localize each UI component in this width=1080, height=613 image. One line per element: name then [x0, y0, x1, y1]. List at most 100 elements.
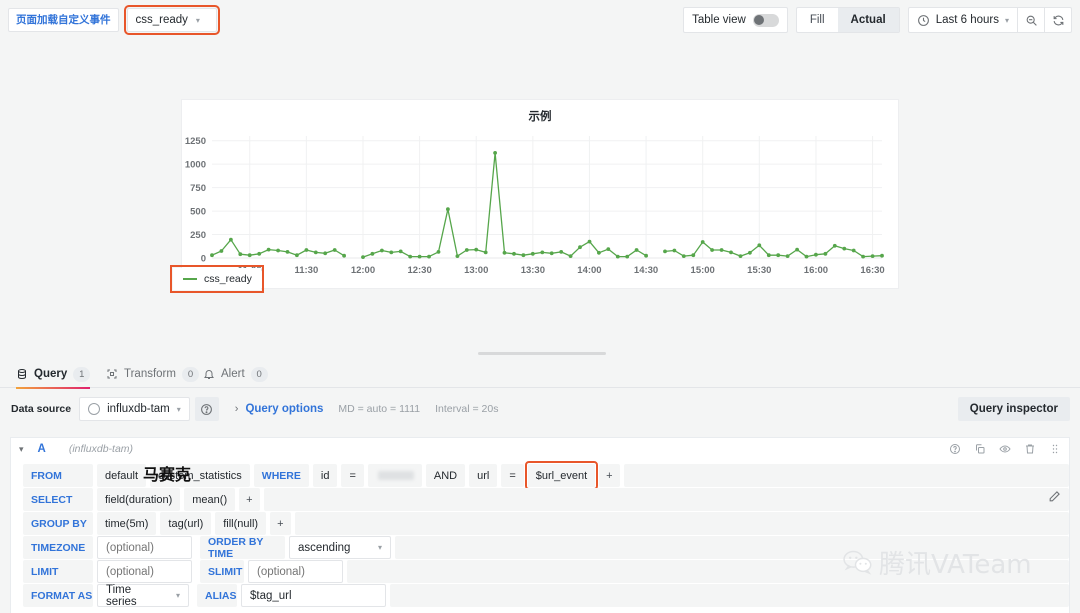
svg-text:13:00: 13:00 [464, 265, 488, 276]
chart-panel: 示例 02505007501000125011:0011:3012:0012:3… [181, 99, 899, 289]
svg-text:12:00: 12:00 [351, 265, 375, 276]
svg-text:16:00: 16:00 [804, 265, 828, 276]
tab-transform-badge: 0 [181, 366, 199, 382]
tab-alert-label: Alert [221, 368, 245, 380]
datasource-help-button[interactable] [194, 397, 219, 421]
query-row-group-by: GROUP BY time(5m) tag(url) fill(null) + [11, 512, 1069, 535]
collapse-chevron-icon[interactable]: ▾ [19, 444, 24, 455]
query-row-select: SELECT field(duration) mean() + [11, 488, 1069, 511]
query-options-md: MD = auto = 1111 [338, 403, 421, 415]
eye-icon[interactable] [999, 443, 1011, 455]
bell-icon [204, 370, 214, 379]
svg-text:750: 750 [190, 183, 206, 194]
where-operator-2[interactable]: = [501, 464, 524, 487]
query-row-format-as: FORMAT AS Time series ▾ ALIAS [11, 584, 1069, 608]
redacted-value [377, 471, 414, 480]
select-aggregation[interactable]: mean() [184, 488, 236, 511]
where-label: WHERE [253, 464, 309, 487]
where-add-button[interactable]: + [599, 464, 620, 487]
where-field-id[interactable]: id [312, 464, 338, 487]
tab-transform-label: Transform [124, 368, 176, 380]
tab-alert-badge: 0 [250, 366, 268, 382]
panel-resize-handle[interactable] [478, 352, 606, 355]
zoom-out-icon [1026, 15, 1037, 26]
row-filler [263, 488, 1069, 511]
format-as-label: FORMAT AS [23, 584, 93, 607]
watermark: 腾讯VATeam [843, 544, 1032, 581]
mosaic-censor-overlay: 马赛克 [143, 465, 192, 484]
editor-tabs: Query 1 Transform 0 Alert 0 [0, 360, 1080, 389]
table-view-switch[interactable] [752, 13, 779, 27]
time-series-chart[interactable]: 02505007501000125011:0011:3012:0012:3013… [182, 126, 900, 290]
group-by-time[interactable]: time(5m) [97, 512, 157, 535]
query-ref-id[interactable]: A [38, 443, 46, 455]
chart-legend[interactable]: css_ready [170, 265, 264, 293]
wechat-icon [843, 550, 872, 575]
query-options-toggle[interactable]: › Query options [235, 403, 324, 415]
time-controls-group[interactable]: Last 6 hours ▾ [907, 7, 1072, 33]
refresh-icon [1053, 15, 1063, 25]
datasource-icon [88, 403, 101, 415]
table-view-toggle[interactable]: Table view [684, 13, 787, 27]
slimit-label: SLIMIT [200, 560, 244, 583]
svg-text:0: 0 [201, 254, 206, 265]
format-as-select[interactable]: Time series ▾ [97, 584, 189, 608]
actual-button[interactable]: Actual [837, 8, 899, 32]
tab-alert[interactable]: Alert 0 [203, 360, 268, 388]
chevron-down-icon: ▾ [175, 591, 180, 600]
group-by-fill[interactable]: fill(null) [215, 512, 267, 535]
slimit-input[interactable] [248, 560, 343, 583]
datasource-picker[interactable]: influxdb-tam ▾ [79, 397, 190, 421]
time-range-picker[interactable]: Last 6 hours ▾ [909, 14, 1017, 27]
where-field-url[interactable]: url [469, 464, 498, 487]
legend-series-label: css_ready [204, 273, 252, 285]
tab-transform[interactable]: Transform 0 [106, 360, 199, 388]
pencil-icon [1049, 491, 1060, 502]
alias-label: ALIAS [197, 584, 237, 607]
query-inspector-button[interactable]: Query inspector [957, 397, 1070, 421]
timezone-input[interactable] [97, 536, 192, 559]
svg-text:250: 250 [190, 230, 206, 241]
select-add-button[interactable]: + [239, 488, 260, 511]
svg-text:15:30: 15:30 [747, 265, 771, 276]
group-by-tag[interactable]: tag(url) [160, 512, 212, 535]
drag-handle-icon[interactable] [1049, 443, 1061, 455]
where-value-1-redacted[interactable] [367, 464, 422, 487]
page-load-event-label: 页面加载自定义事件 [8, 8, 119, 32]
query-options-label: Query options [245, 403, 324, 415]
zoom-out-button[interactable] [1018, 14, 1044, 27]
from-policy[interactable]: default [97, 464, 147, 487]
database-icon [18, 369, 26, 380]
from-label: FROM [23, 464, 93, 487]
alias-input[interactable] [241, 584, 386, 607]
fill-button[interactable]: Fill [797, 8, 838, 32]
group-by-add-button[interactable]: + [270, 512, 291, 535]
table-view-toggle-group[interactable]: Table view [683, 7, 788, 33]
svg-text:13:30: 13:30 [521, 265, 545, 276]
svg-text:14:00: 14:00 [577, 265, 601, 276]
tab-query-label: Query [34, 368, 68, 380]
svg-text:15:00: 15:00 [691, 265, 715, 276]
order-by-time-value: ascending [298, 541, 351, 554]
order-by-time-select[interactable]: ascending ▾ [289, 536, 391, 559]
chevron-down-icon: ▾ [377, 543, 382, 552]
help-circle-icon[interactable] [949, 443, 961, 455]
copy-icon[interactable] [974, 443, 986, 455]
toggle-text-edit-mode-button[interactable] [1048, 490, 1061, 506]
select-field[interactable]: field(duration) [97, 488, 181, 511]
fill-actual-segmented[interactable]: Fill Actual [795, 7, 900, 33]
transform-icon [107, 369, 117, 379]
datasource-row: Data source influxdb-tam ▾ › Query optio… [0, 396, 1080, 422]
svg-text:500: 500 [190, 207, 206, 218]
chart-svg: 02505007501000125011:0011:3012:0012:3013… [185, 136, 885, 276]
refresh-button[interactable] [1045, 14, 1071, 27]
where-value-url-event[interactable]: $url_event [524, 461, 599, 490]
tab-query[interactable]: Query 1 [16, 360, 91, 389]
query-header-actions [949, 443, 1061, 455]
where-operator-1[interactable]: = [341, 464, 364, 487]
event-select-dropdown[interactable]: css_ready ▾ [123, 5, 220, 35]
select-label: SELECT [23, 488, 93, 511]
trash-icon[interactable] [1024, 443, 1036, 455]
limit-input[interactable] [97, 560, 192, 583]
where-and-label[interactable]: AND [425, 464, 466, 487]
